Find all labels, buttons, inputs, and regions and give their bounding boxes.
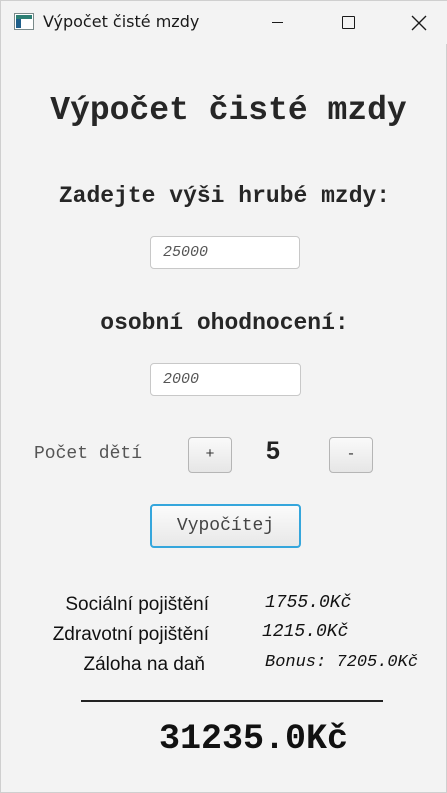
- maximize-icon: [341, 16, 355, 29]
- gross-salary-input[interactable]: 25000: [150, 236, 300, 269]
- social-insurance-value: 1755.0Kč: [265, 593, 352, 613]
- maximize-button[interactable]: [325, 1, 371, 44]
- increment-children-button[interactable]: +: [188, 437, 232, 473]
- result-divider: [81, 700, 383, 702]
- health-insurance-label: Zdravotní pojištění: [52, 624, 209, 645]
- close-icon: [411, 15, 427, 30]
- net-salary-total: 31235.0Kč: [159, 719, 349, 759]
- window-title: Výpočet čisté mzdy: [43, 12, 200, 31]
- decrement-children-button[interactable]: -: [329, 437, 373, 473]
- close-button[interactable]: [396, 1, 442, 44]
- social-insurance-label: Sociální pojištění: [65, 594, 209, 615]
- tax-advance-value: Bonus: 7205.0Kč: [265, 653, 419, 672]
- tax-advance-label: Záloha na daň: [83, 654, 206, 675]
- personal-bonus-input[interactable]: 2000: [150, 363, 301, 396]
- calculate-button[interactable]: Vypočítej: [150, 504, 301, 548]
- health-insurance-value: 1215.0Kč: [262, 622, 349, 642]
- app-window: Výpočet čisté mzdy Výpočet čisté mzdy Za…: [0, 0, 447, 793]
- minimize-icon: [271, 22, 283, 23]
- minimize-button[interactable]: [254, 1, 300, 44]
- java-app-icon: [14, 13, 34, 30]
- children-count-value: 5: [266, 437, 280, 465]
- children-count-label: Počet dětí: [34, 444, 143, 464]
- gross-salary-label: Zadejte výši hrubé mzdy:: [58, 183, 391, 209]
- page-title: Výpočet čisté mzdy: [50, 92, 407, 129]
- personal-bonus-label: osobní ohodnocení:: [100, 310, 349, 336]
- title-bar[interactable]: Výpočet čisté mzdy: [1, 1, 447, 44]
